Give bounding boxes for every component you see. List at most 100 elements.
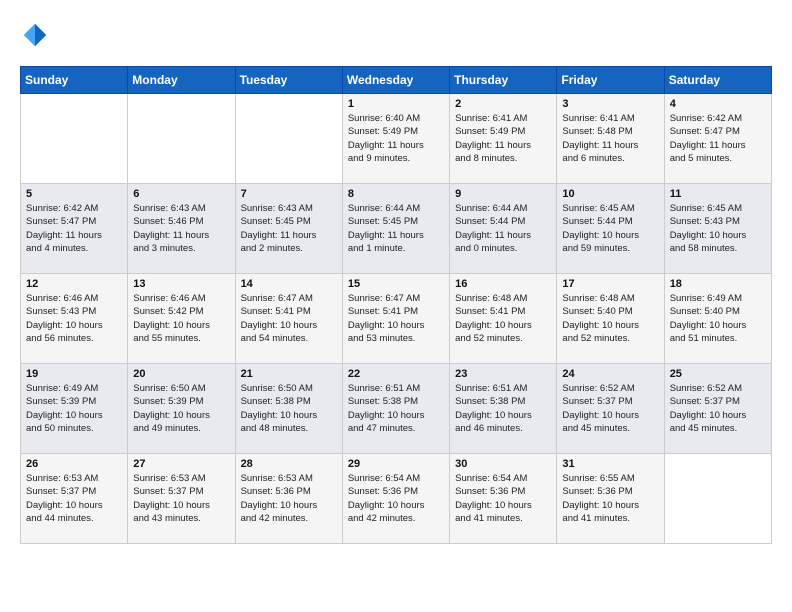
calendar-cell: 12 Sunrise: 6:46 AM Sunset: 5:43 PM Dayli… — [21, 274, 128, 364]
calendar-week-row: 12 Sunrise: 6:46 AM Sunset: 5:43 PM Dayli… — [21, 274, 772, 364]
day-number: 6 — [133, 188, 229, 200]
calendar-week-row: 26 Sunrise: 6:53 AM Sunset: 5:37 PM Dayli… — [21, 454, 772, 544]
column-header-sunday: Sunday — [21, 67, 128, 94]
day-number: 9 — [455, 188, 551, 200]
day-info: Sunrise: 6:51 AM Sunset: 5:38 PM Dayligh… — [348, 382, 444, 435]
calendar-cell: 7 Sunrise: 6:43 AM Sunset: 5:45 PM Daylig… — [235, 184, 342, 274]
calendar-cell: 13 Sunrise: 6:46 AM Sunset: 5:42 PM Dayli… — [128, 274, 235, 364]
calendar-table: SundayMondayTuesdayWednesdayThursdayFrid… — [20, 66, 772, 544]
day-info: Sunrise: 6:44 AM Sunset: 5:45 PM Dayligh… — [348, 202, 444, 255]
day-number: 22 — [348, 368, 444, 380]
calendar-cell: 10Sunrise: 6:45 AM Sunset: 5:44 PM Dayli… — [557, 184, 664, 274]
logo — [20, 20, 54, 50]
day-number: 7 — [241, 188, 337, 200]
day-number: 16 — [455, 278, 551, 290]
calendar-cell: 21Sunrise: 6:50 AM Sunset: 5:38 PM Dayli… — [235, 364, 342, 454]
column-header-tuesday: Tuesday — [235, 67, 342, 94]
calendar-cell: 2 Sunrise: 6:41 AM Sunset: 5:49 PM Daylig… — [450, 94, 557, 184]
day-info: Sunrise: 6:41 AM Sunset: 5:49 PM Dayligh… — [455, 112, 551, 165]
page-header — [20, 20, 772, 50]
day-info: Sunrise: 6:51 AM Sunset: 5:38 PM Dayligh… — [455, 382, 551, 435]
day-number: 14 — [241, 278, 337, 290]
calendar-week-row: 19 Sunrise: 6:49 AM Sunset: 5:39 PM Dayli… — [21, 364, 772, 454]
day-info: Sunrise: 6:55 AM Sunset: 5:36 PM Dayligh… — [562, 472, 658, 525]
calendar-cell: 27Sunrise: 6:53 AM Sunset: 5:37 PM Dayli… — [128, 454, 235, 544]
day-info: Sunrise: 6:52 AM Sunset: 5:37 PM Dayligh… — [670, 382, 766, 435]
day-number: 8 — [348, 188, 444, 200]
day-number: 5 — [26, 188, 122, 200]
calendar-cell: 16 Sunrise: 6:48 AM Sunset: 5:41 PM Dayli… — [450, 274, 557, 364]
day-number: 24 — [562, 368, 658, 380]
calendar-cell: 22 Sunrise: 6:51 AM Sunset: 5:38 PM Dayli… — [342, 364, 449, 454]
day-number: 1 — [348, 98, 444, 110]
calendar-cell: 30Sunrise: 6:54 AM Sunset: 5:36 PM Dayli… — [450, 454, 557, 544]
day-number: 2 — [455, 98, 551, 110]
calendar-cell: 8 Sunrise: 6:44 AM Sunset: 5:45 PM Daylig… — [342, 184, 449, 274]
calendar-header-row: SundayMondayTuesdayWednesdayThursdayFrid… — [21, 67, 772, 94]
day-number: 28 — [241, 458, 337, 470]
calendar-cell: 14 Sunrise: 6:47 AM Sunset: 5:41 PM Dayli… — [235, 274, 342, 364]
calendar-cell: 17Sunrise: 6:48 AM Sunset: 5:40 PM Dayli… — [557, 274, 664, 364]
calendar-week-row: 1 Sunrise: 6:40 AM Sunset: 5:49 PM Daylig… — [21, 94, 772, 184]
calendar-cell — [664, 454, 771, 544]
calendar-week-row: 5 Sunrise: 6:42 AM Sunset: 5:47 PM Daylig… — [21, 184, 772, 274]
day-info: Sunrise: 6:50 AM Sunset: 5:38 PM Dayligh… — [241, 382, 337, 435]
calendar-cell: 31 Sunrise: 6:55 AM Sunset: 5:36 PM Dayli… — [557, 454, 664, 544]
calendar-cell: 28 Sunrise: 6:53 AM Sunset: 5:36 PM Dayli… — [235, 454, 342, 544]
calendar-cell: 9 Sunrise: 6:44 AM Sunset: 5:44 PM Daylig… — [450, 184, 557, 274]
day-info: Sunrise: 6:46 AM Sunset: 5:42 PM Dayligh… — [133, 292, 229, 345]
calendar-cell — [21, 94, 128, 184]
day-number: 11 — [670, 188, 766, 200]
day-number: 12 — [26, 278, 122, 290]
calendar-cell — [235, 94, 342, 184]
calendar-cell — [128, 94, 235, 184]
day-number: 15 — [348, 278, 444, 290]
day-info: Sunrise: 6:44 AM Sunset: 5:44 PM Dayligh… — [455, 202, 551, 255]
column-header-wednesday: Wednesday — [342, 67, 449, 94]
day-number: 31 — [562, 458, 658, 470]
day-info: Sunrise: 6:47 AM Sunset: 5:41 PM Dayligh… — [241, 292, 337, 345]
calendar-cell: 23 Sunrise: 6:51 AM Sunset: 5:38 PM Dayli… — [450, 364, 557, 454]
column-header-saturday: Saturday — [664, 67, 771, 94]
day-number: 19 — [26, 368, 122, 380]
day-info: Sunrise: 6:49 AM Sunset: 5:40 PM Dayligh… — [670, 292, 766, 345]
calendar-cell: 5 Sunrise: 6:42 AM Sunset: 5:47 PM Daylig… — [21, 184, 128, 274]
calendar-cell: 4 Sunrise: 6:42 AM Sunset: 5:47 PM Daylig… — [664, 94, 771, 184]
day-info: Sunrise: 6:53 AM Sunset: 5:36 PM Dayligh… — [241, 472, 337, 525]
day-info: Sunrise: 6:46 AM Sunset: 5:43 PM Dayligh… — [26, 292, 122, 345]
day-info: Sunrise: 6:40 AM Sunset: 5:49 PM Dayligh… — [348, 112, 444, 165]
day-number: 29 — [348, 458, 444, 470]
day-number: 3 — [562, 98, 658, 110]
calendar-cell: 24 Sunrise: 6:52 AM Sunset: 5:37 PM Dayli… — [557, 364, 664, 454]
calendar-cell: 26 Sunrise: 6:53 AM Sunset: 5:37 PM Dayli… — [21, 454, 128, 544]
day-number: 25 — [670, 368, 766, 380]
calendar-cell: 20Sunrise: 6:50 AM Sunset: 5:39 PM Dayli… — [128, 364, 235, 454]
day-info: Sunrise: 6:52 AM Sunset: 5:37 PM Dayligh… — [562, 382, 658, 435]
day-info: Sunrise: 6:47 AM Sunset: 5:41 PM Dayligh… — [348, 292, 444, 345]
calendar-cell: 6 Sunrise: 6:43 AM Sunset: 5:46 PM Daylig… — [128, 184, 235, 274]
day-info: Sunrise: 6:50 AM Sunset: 5:39 PM Dayligh… — [133, 382, 229, 435]
day-info: Sunrise: 6:54 AM Sunset: 5:36 PM Dayligh… — [348, 472, 444, 525]
day-number: 23 — [455, 368, 551, 380]
day-number: 30 — [455, 458, 551, 470]
column-header-friday: Friday — [557, 67, 664, 94]
day-info: Sunrise: 6:43 AM Sunset: 5:45 PM Dayligh… — [241, 202, 337, 255]
calendar-cell: 3 Sunrise: 6:41 AM Sunset: 5:48 PM Daylig… — [557, 94, 664, 184]
column-header-monday: Monday — [128, 67, 235, 94]
column-header-thursday: Thursday — [450, 67, 557, 94]
day-info: Sunrise: 6:42 AM Sunset: 5:47 PM Dayligh… — [670, 112, 766, 165]
day-number: 13 — [133, 278, 229, 290]
day-info: Sunrise: 6:42 AM Sunset: 5:47 PM Dayligh… — [26, 202, 122, 255]
calendar-cell: 29 Sunrise: 6:54 AM Sunset: 5:36 PM Dayli… — [342, 454, 449, 544]
day-info: Sunrise: 6:53 AM Sunset: 5:37 PM Dayligh… — [26, 472, 122, 525]
day-info: Sunrise: 6:41 AM Sunset: 5:48 PM Dayligh… — [562, 112, 658, 165]
day-info: Sunrise: 6:48 AM Sunset: 5:41 PM Dayligh… — [455, 292, 551, 345]
day-info: Sunrise: 6:45 AM Sunset: 5:43 PM Dayligh… — [670, 202, 766, 255]
day-info: Sunrise: 6:49 AM Sunset: 5:39 PM Dayligh… — [26, 382, 122, 435]
calendar-cell: 15 Sunrise: 6:47 AM Sunset: 5:41 PM Dayli… — [342, 274, 449, 364]
logo-icon — [20, 20, 50, 50]
day-info: Sunrise: 6:53 AM Sunset: 5:37 PM Dayligh… — [133, 472, 229, 525]
day-number: 4 — [670, 98, 766, 110]
day-info: Sunrise: 6:43 AM Sunset: 5:46 PM Dayligh… — [133, 202, 229, 255]
day-number: 26 — [26, 458, 122, 470]
